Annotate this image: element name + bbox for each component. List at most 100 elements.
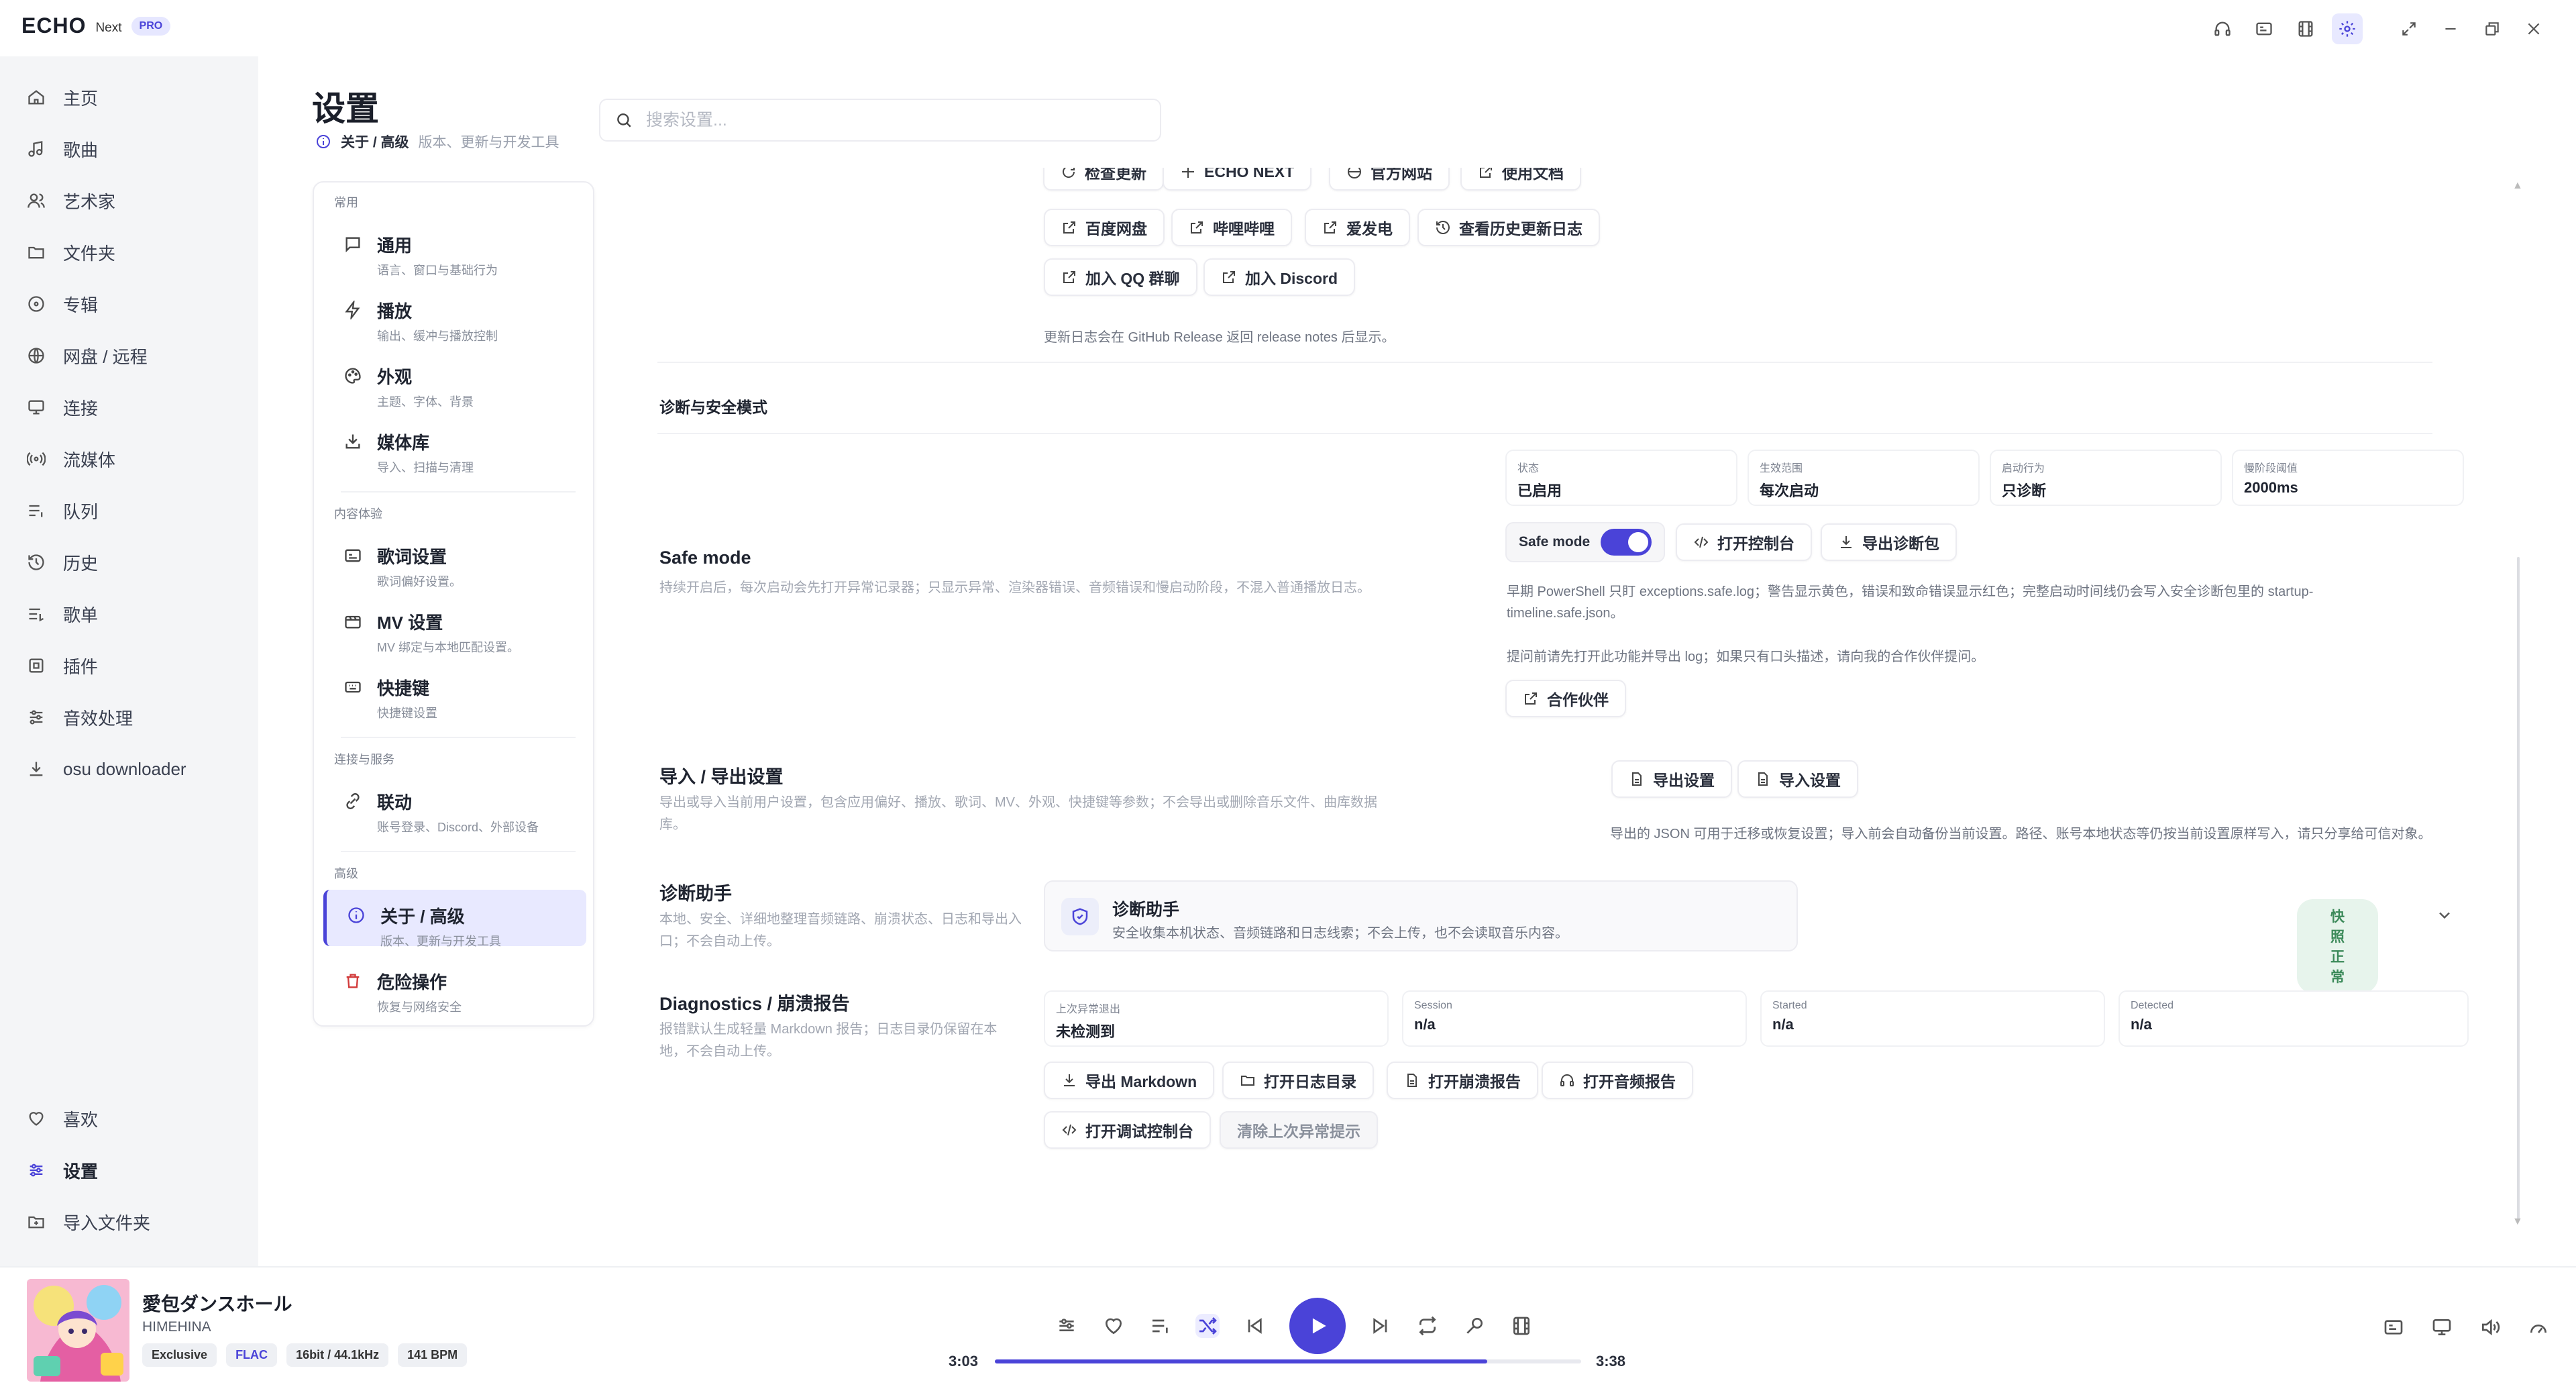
category-playback[interactable]: 播放 输出、缓冲与播放控制 [323, 285, 586, 343]
sidebar-item-connect[interactable]: 连接 [27, 391, 98, 424]
baidu-pan-button[interactable]: 百度网盘 [1044, 209, 1165, 246]
crash-stat: 上次异常退出 未检测到 [1044, 990, 1389, 1047]
sidebar-item-home[interactable]: 主页 [27, 81, 98, 114]
sidebar-item-queue[interactable]: 队列 [27, 494, 98, 527]
toggle-switch[interactable] [1601, 529, 1652, 556]
category-mv[interactable]: MV 设置 MV 绑定与本地匹配设置。 [323, 596, 586, 654]
sidebar-item-folders[interactable]: 文件夹 [27, 236, 115, 269]
speed-gauge-icon[interactable] [2528, 1317, 2549, 1338]
expand-icon[interactable] [2394, 13, 2424, 44]
film-icon[interactable] [2290, 13, 2321, 44]
album-cover[interactable] [27, 1279, 129, 1382]
category-danger[interactable]: 危险操作 恢复与网络安全 [323, 956, 586, 1014]
category-general[interactable]: 通用 语言、窗口与基础行为 [323, 219, 586, 277]
diag-helper-card[interactable]: 诊断助手 安全收集本机状态、音频链路和日志线索；不会上传，也不会读取音乐内容。 … [1044, 880, 2378, 993]
join-discord-button[interactable]: 加入 Discord [1203, 258, 1356, 296]
info-icon [348, 907, 364, 923]
import-settings-button[interactable]: 导入设置 [1737, 760, 1858, 798]
sidebar-item-likes[interactable]: 喜欢 [27, 1102, 98, 1135]
category-about-advanced[interactable]: 关于 / 高级 版本、更新与开发工具 [323, 890, 586, 948]
external-link-icon [1324, 221, 1336, 234]
mic-icon[interactable] [1462, 1314, 1487, 1338]
join-qq-button[interactable]: 加入 QQ 群聊 [1044, 258, 1197, 296]
sidebar-item-albums[interactable]: 专辑 [27, 287, 98, 321]
home-icon [28, 90, 44, 105]
afdian-button[interactable]: 爱发电 [1305, 209, 1410, 246]
search-input[interactable] [646, 110, 1116, 130]
open-console-button[interactable]: 打开控制台 [1676, 523, 1812, 561]
sidebar-item-audio-fx[interactable]: 音效处理 [27, 701, 133, 734]
sidebar-item-cloud[interactable]: 网盘 / 远程 [27, 339, 148, 372]
volume-icon[interactable] [2479, 1317, 2501, 1338]
open-log-dir-button[interactable]: 打开日志目录 [1222, 1062, 1374, 1099]
restore-icon[interactable] [2477, 13, 2508, 44]
open-debug-console-button[interactable]: 打开调试控制台 [1044, 1111, 1211, 1149]
sidebar-item-songs[interactable]: 歌曲 [27, 132, 98, 166]
next-icon[interactable] [1368, 1314, 1393, 1338]
folder-icon [28, 246, 44, 259]
headphones-icon[interactable] [2207, 13, 2238, 44]
film-icon[interactable] [1509, 1314, 1534, 1338]
sidebar-item-settings[interactable]: 设置 [27, 1153, 98, 1187]
monitor-icon[interactable] [2431, 1317, 2453, 1338]
sidebar-item-artists[interactable]: 艺术家 [27, 184, 115, 217]
docs-button[interactable]: 使用文档 [1460, 168, 1581, 191]
close-icon[interactable] [2518, 13, 2549, 44]
repeat-icon[interactable] [1415, 1314, 1440, 1338]
equalizer-icon[interactable] [1055, 1314, 1079, 1338]
diag-card-title: 诊断助手 [1112, 900, 1180, 919]
category-appearance[interactable]: 外观 主题、字体、背景 [323, 350, 586, 409]
external-link-icon [1191, 221, 1203, 234]
sidebar-item-streaming[interactable]: 流媒体 [27, 442, 115, 476]
queue-icon [29, 505, 43, 517]
export-markdown-button[interactable]: 导出 Markdown [1044, 1062, 1215, 1099]
changelog-history-button[interactable]: 查看历史更新日志 [1417, 209, 1600, 246]
pro-badge: PRO [131, 16, 171, 36]
sidebar-item-history[interactable]: 历史 [27, 546, 98, 579]
settings-sliders-icon [30, 1164, 43, 1177]
category-integration[interactable]: 联动 账号登录、Discord、外部设备 [323, 776, 586, 834]
sidebar-item-playlists[interactable]: 歌单 [27, 597, 98, 631]
shuffle-icon[interactable] [1195, 1314, 1220, 1338]
shield-icon [1061, 898, 1099, 935]
previous-icon[interactable] [1242, 1314, 1267, 1338]
diag-card-desc: 安全收集本机状态、音频链路和日志线索；不会上传，也不会读取音乐内容。 [1112, 926, 1568, 941]
sidebar-item-osu[interactable]: osu downloader [27, 752, 186, 786]
category-title: 歌词设置 [377, 547, 447, 567]
play-button[interactable] [1289, 1298, 1346, 1354]
song-artist[interactable]: HIMEHINA [142, 1319, 211, 1335]
scrollbar[interactable] [2517, 557, 2520, 1221]
scroll-down-icon[interactable]: ▼ [2512, 1216, 2523, 1228]
category-lyrics[interactable]: 歌词设置 歌词偏好设置。 [323, 530, 586, 588]
progress-bar[interactable] [995, 1359, 1581, 1363]
safe-mode-note: 提问前请先打开此功能并导出 log；如果只有口头描述，请向我的合作伙伴提问。 [1507, 650, 1985, 664]
export-diagnostics-button[interactable]: 导出诊断包 [1821, 523, 1957, 561]
lyrics-icon[interactable] [2383, 1317, 2404, 1338]
partner-button[interactable]: 合作伙伴 [1505, 680, 1626, 717]
sidebar-item-import-folder[interactable]: 导入文件夹 [27, 1205, 150, 1239]
check-update-button[interactable]: 检查更新 [1043, 168, 1164, 191]
minimize-icon[interactable] [2435, 13, 2466, 44]
open-audio-report-button[interactable]: 打开音频报告 [1542, 1062, 1693, 1099]
queue-icon[interactable] [1148, 1314, 1173, 1338]
lyrics-icon[interactable] [2249, 13, 2279, 44]
chevron-down-icon[interactable] [2435, 906, 2454, 925]
breadcrumb-sub: 版本、更新与开发工具 [418, 135, 559, 150]
sidebar-item-plugins[interactable]: 插件 [27, 649, 98, 682]
category-title: 播放 [377, 301, 413, 321]
settings-search[interactable] [599, 99, 1161, 142]
clear-last-error-button[interactable]: 清除上次异常提示 [1220, 1111, 1378, 1149]
category-shortcuts[interactable]: 快捷键 快捷键设置 [323, 662, 586, 720]
keyboard-icon [345, 681, 361, 693]
gear-icon[interactable] [2332, 13, 2363, 44]
official-site-button[interactable]: 官方网站 [1329, 168, 1450, 191]
heart-icon[interactable] [1102, 1314, 1126, 1338]
echo-next-button[interactable]: ECHO NEXT [1163, 168, 1312, 191]
bilibili-button[interactable]: 哔哩哔哩 [1171, 209, 1292, 246]
playback-controls [1055, 1298, 1534, 1354]
scroll-up-icon[interactable]: ▲ [2512, 180, 2523, 192]
category-library[interactable]: 媒体库 导入、扫描与清理 [323, 416, 586, 474]
open-crash-report-button[interactable]: 打开崩溃报告 [1387, 1062, 1538, 1099]
safe-mode-toggle[interactable]: Safe mode [1505, 522, 1666, 562]
export-settings-button[interactable]: 导出设置 [1611, 760, 1732, 798]
